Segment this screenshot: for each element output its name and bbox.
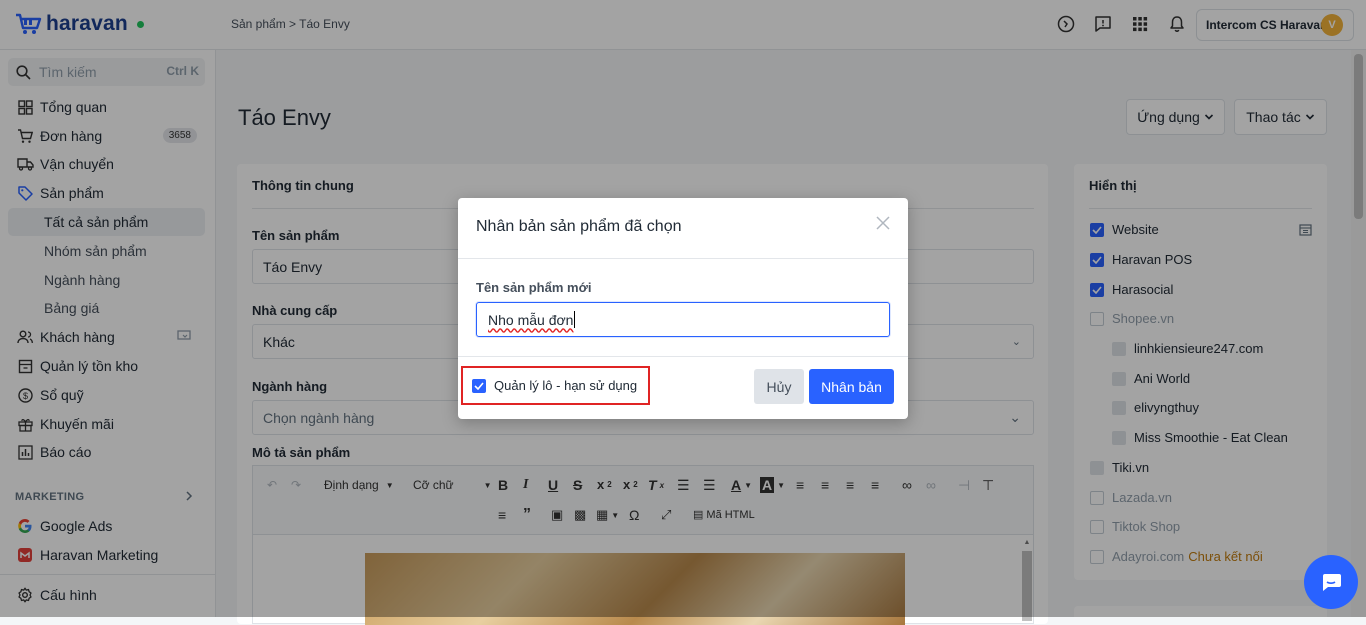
duplicate-product-modal: Nhân bản sản phẩm đã chọn Tên sản phẩm m… — [458, 198, 908, 419]
modal-title: Nhân bản sản phẩm đã chọn — [476, 218, 682, 235]
modal-divider — [458, 258, 908, 259]
new-product-name-label: Tên sản phẩm mới — [476, 280, 592, 295]
cancel-button[interactable]: Hủy — [754, 369, 804, 404]
close-icon[interactable] — [876, 216, 890, 230]
text-caret — [574, 311, 576, 328]
chat-bubble-icon — [1320, 572, 1342, 592]
modal-divider — [458, 356, 908, 357]
input-value: Nho mẫu đơn — [488, 311, 574, 328]
batch-expiry-checkbox-highlight[interactable]: Quản lý lô - hạn sử dụng — [461, 366, 650, 405]
chat-widget-button[interactable] — [1304, 555, 1358, 609]
batch-expiry-label: Quản lý lô - hạn sử dụng — [494, 378, 638, 393]
checkbox-checked-icon[interactable] — [472, 378, 486, 393]
new-product-name-input[interactable]: Nho mẫu đơn — [476, 302, 890, 337]
duplicate-button[interactable]: Nhân bản — [809, 369, 894, 404]
